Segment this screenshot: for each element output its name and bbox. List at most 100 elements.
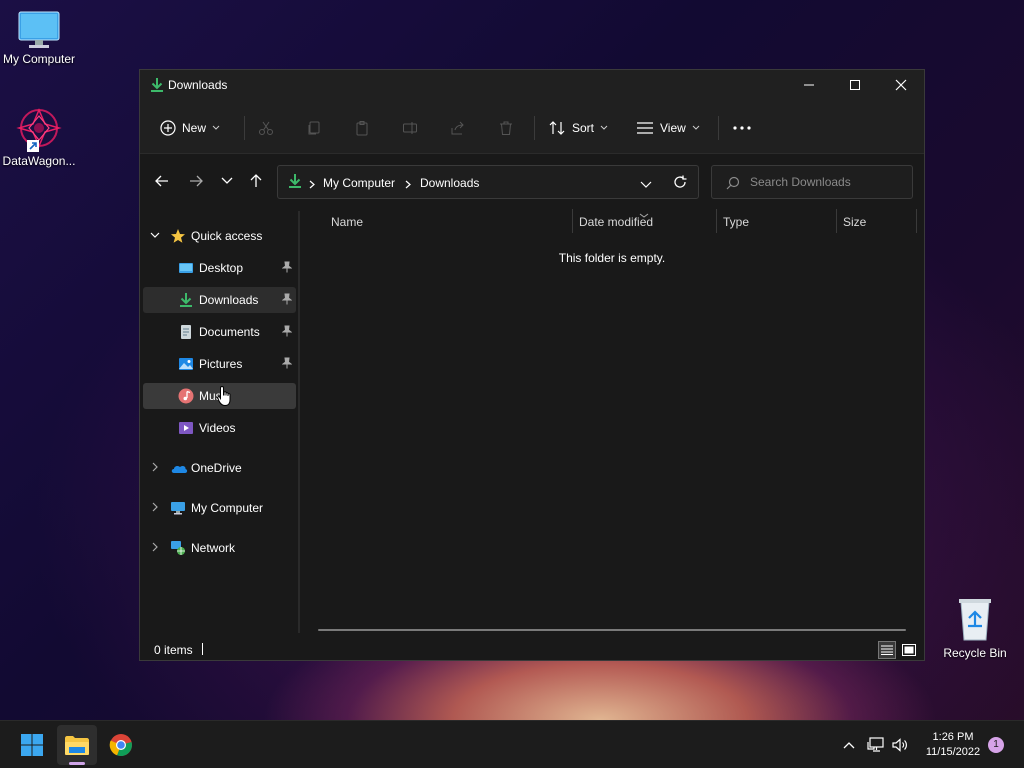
pictures-icon [178, 356, 194, 372]
pin-icon [281, 261, 293, 276]
sidebar-item-label: Videos [199, 421, 236, 435]
document-icon [178, 324, 194, 340]
network-wired-icon [867, 737, 884, 752]
file-list: Name Date modified Type Size This folder… [300, 207, 924, 637]
network-icon [170, 540, 186, 556]
refresh-button[interactable] [672, 174, 688, 193]
music-icon [178, 388, 194, 404]
sidebar-item-my-computer[interactable]: My Computer [143, 495, 296, 521]
details-view-button[interactable] [878, 641, 896, 659]
pin-icon [281, 325, 293, 340]
empty-folder-message: This folder is empty. [558, 251, 666, 265]
chevron-right-icon [150, 541, 160, 555]
desktop-icon-datawagon[interactable]: DataWagon... [0, 106, 78, 168]
search-box[interactable] [711, 165, 913, 199]
download-icon [178, 292, 194, 308]
sidebar-item-label: My Computer [191, 501, 264, 515]
copy-button[interactable] [304, 118, 324, 138]
desktop-icon-my-computer[interactable]: My Computer [0, 10, 78, 66]
view-lines-icon [637, 122, 653, 134]
sidebar-item-pictures[interactable]: Pictures [143, 351, 296, 377]
share-button[interactable] [448, 118, 468, 138]
title-bar[interactable]: Downloads [140, 70, 924, 102]
network-status-button[interactable] [867, 736, 885, 754]
new-button[interactable]: New [160, 112, 220, 144]
column-divider[interactable] [716, 209, 717, 233]
more-options-button[interactable] [732, 118, 752, 138]
taskbar-chrome[interactable] [101, 725, 141, 765]
back-button[interactable] [152, 171, 172, 191]
column-header-name[interactable]: Name [331, 215, 363, 229]
system-clock[interactable]: 1:26 PM 11/15/2022 [918, 730, 988, 760]
sort-button[interactable]: Sort [548, 112, 608, 144]
desktop-icon-label: DataWagon... [2, 154, 76, 168]
desktop-icon-recycle-bin[interactable]: Recycle Bin [936, 596, 1014, 660]
breadcrumb-my-computer[interactable]: My Computer [323, 176, 395, 190]
taskbar-file-explorer[interactable] [57, 725, 97, 765]
sidebar-item-documents[interactable]: Documents [143, 319, 296, 345]
paste-button[interactable] [352, 118, 372, 138]
sidebar-item-label: Documents [199, 325, 260, 339]
chevron-down-icon [221, 177, 233, 184]
divider [244, 116, 245, 140]
refresh-icon [674, 175, 687, 188]
view-button-label: View [660, 121, 686, 135]
large-icons-view-icon [902, 644, 916, 656]
chrome-icon [109, 734, 132, 757]
large-icons-view-button[interactable] [900, 641, 918, 659]
column-divider[interactable] [916, 209, 917, 233]
rename-button[interactable] [400, 118, 420, 138]
chevron-down-icon [212, 125, 220, 130]
status-bar: 0 items [140, 638, 924, 662]
copy-icon [308, 121, 320, 135]
column-divider[interactable] [836, 209, 837, 233]
address-bar[interactable]: My Computer Downloads [277, 165, 699, 199]
desktop-icon-label: My Computer [2, 52, 76, 66]
column-divider[interactable] [572, 209, 573, 233]
volume-button[interactable] [891, 736, 909, 754]
maximize-button[interactable] [832, 70, 878, 100]
speaker-icon [892, 738, 907, 752]
hand-cursor-icon [217, 385, 231, 407]
notification-badge[interactable]: 1 [988, 737, 1004, 753]
sidebar-item-videos[interactable]: Videos [143, 415, 296, 441]
clock-time: 1:26 PM [932, 731, 974, 743]
cut-button[interactable] [256, 118, 276, 138]
monitor-icon [170, 500, 186, 516]
divider [718, 116, 719, 140]
recycle-bin-icon [959, 599, 991, 641]
chevron-down-icon [692, 125, 700, 130]
pin-icon [281, 357, 293, 372]
minimize-button[interactable] [786, 70, 832, 100]
plus-circle-icon [160, 120, 176, 136]
navigation-pane: Quick access Desktop Downloads Documents [140, 211, 298, 633]
search-input[interactable] [750, 174, 906, 190]
forward-button[interactable] [186, 171, 206, 191]
sidebar-item-onedrive[interactable]: OneDrive [143, 455, 296, 481]
close-button[interactable] [878, 70, 924, 100]
chevron-down-icon [600, 125, 608, 130]
view-button[interactable]: View [636, 112, 700, 144]
column-header-size[interactable]: Size [843, 215, 866, 229]
show-hidden-icons-button[interactable] [840, 736, 858, 754]
column-header-date-modified[interactable]: Date modified [579, 215, 653, 229]
item-count: 0 items [154, 643, 193, 657]
sidebar-item-label: Desktop [199, 261, 244, 275]
videos-icon [178, 420, 194, 436]
sidebar-item-network[interactable]: Network [143, 535, 296, 561]
sidebar-item-downloads[interactable]: Downloads [143, 287, 296, 313]
delete-button[interactable] [496, 118, 516, 138]
up-button[interactable] [246, 171, 266, 191]
sidebar-item-label: Quick access [191, 229, 263, 243]
column-header-type[interactable]: Type [723, 215, 749, 229]
command-bar: New Sort View [140, 102, 924, 154]
breadcrumb-downloads[interactable]: Downloads [420, 176, 479, 190]
start-button[interactable] [12, 725, 52, 765]
sidebar-item-quick-access[interactable]: Quick access [143, 223, 296, 249]
sidebar-item-desktop[interactable]: Desktop [143, 255, 296, 281]
recent-locations-button[interactable] [217, 171, 237, 191]
address-dropdown-button[interactable] [640, 178, 652, 192]
horizontal-scrollbar[interactable] [318, 629, 906, 631]
clipboard-icon [356, 121, 368, 136]
windows-logo-icon [21, 734, 43, 756]
